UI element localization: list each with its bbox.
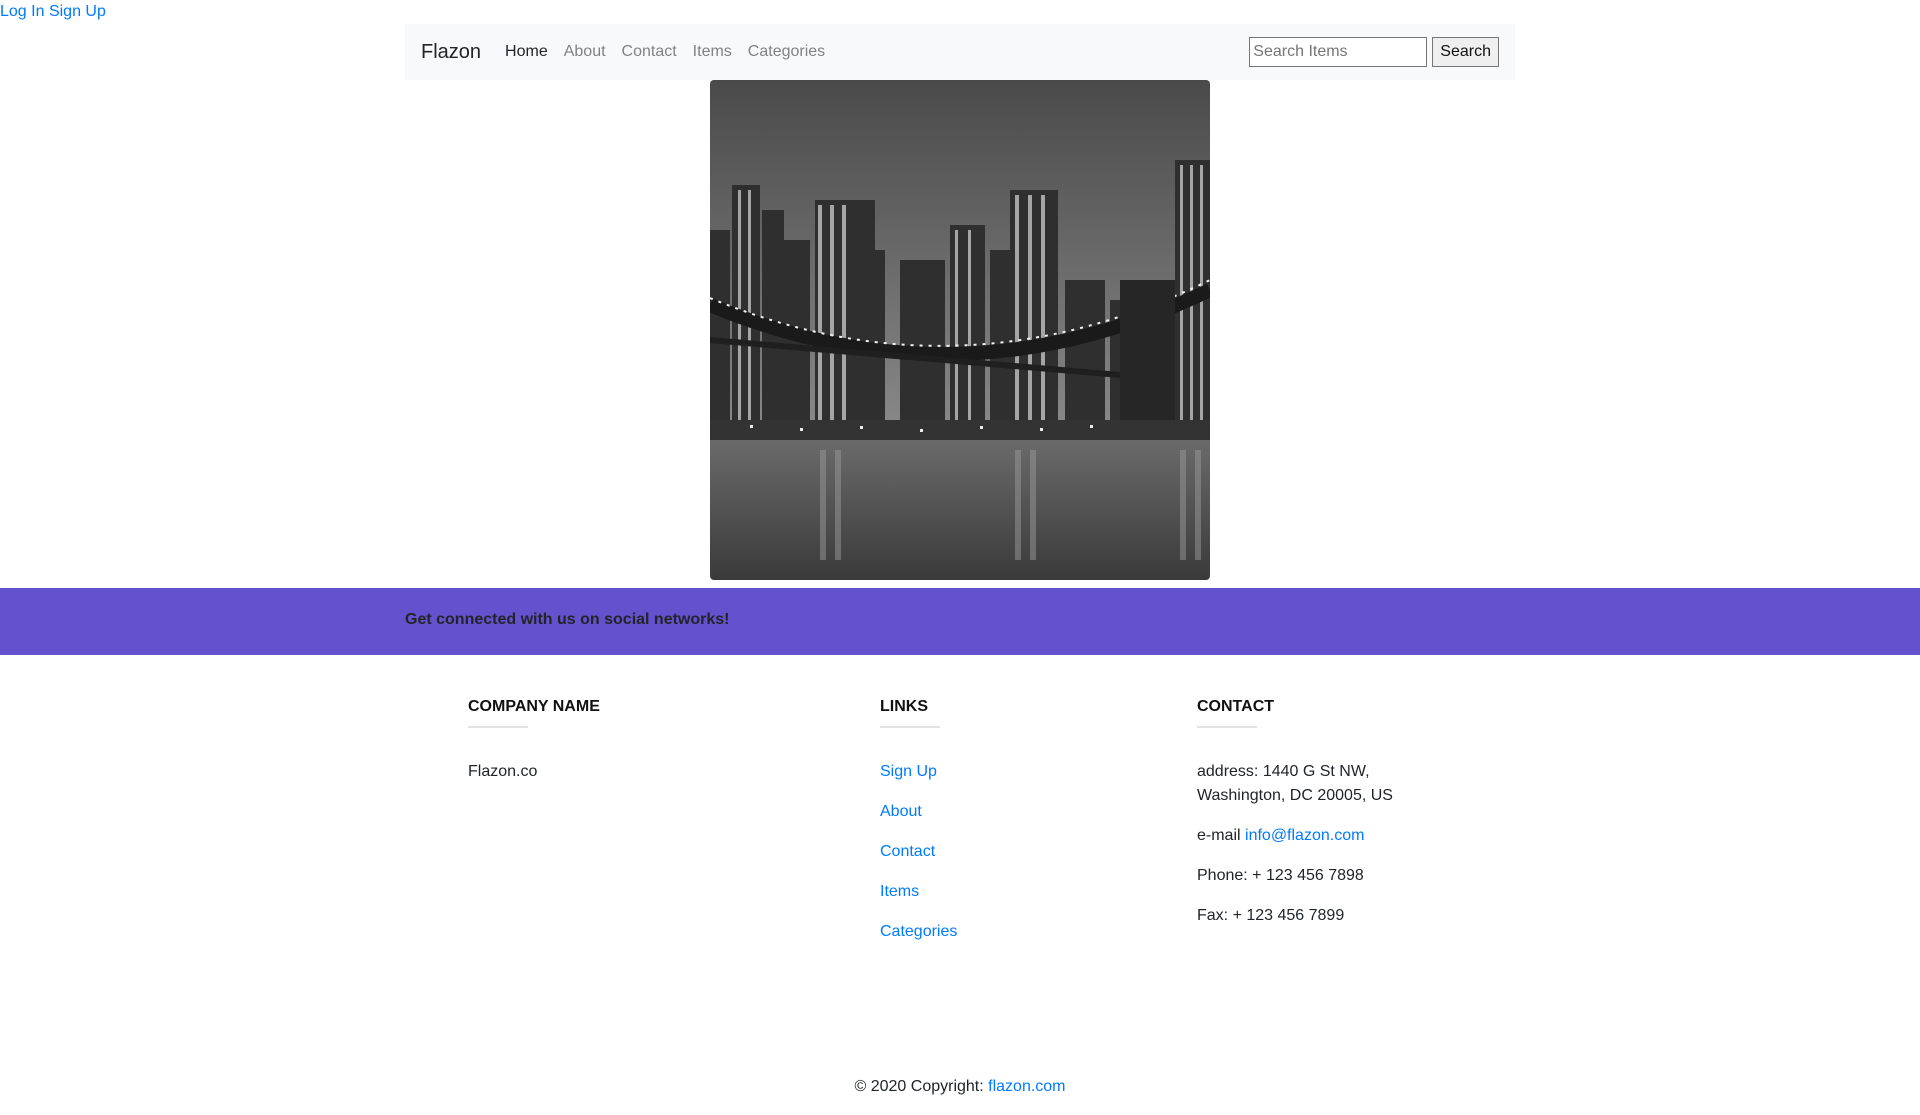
brand-logo[interactable]: Flazon [421,41,481,64]
search-button[interactable]: Search [1432,37,1499,67]
copyright: © 2020 Copyright: flazon.com [0,1078,1920,1096]
address-line-1: address: 1440 G St NW, [1197,763,1370,780]
contact-fax: Fax: + 123 456 7899 [1197,907,1345,924]
contact-address: address: 1440 G St NW, Washington, DC 20… [1197,760,1393,808]
auth-links: Log In Sign Up [0,2,106,22]
contact-phone: Phone: + 123 456 7898 [1197,867,1364,884]
company-text: Flazon.co [468,763,538,780]
footer-link-items[interactable]: Items [880,883,919,900]
footer-link-signup[interactable]: Sign Up [880,763,937,780]
email-link[interactable]: info@flazon.com [1245,827,1364,844]
contact-title: CONTACT [1197,698,1275,715]
links-title-rule [880,726,940,728]
copyright-link[interactable]: flazon.com [988,1078,1065,1095]
company-title-rule [468,726,528,728]
search-input[interactable] [1249,37,1428,67]
social-band: Get connected with us on social networks… [0,588,1920,655]
footer-links-column: LINKS Sign Up About Contact Items Catego… [880,698,957,960]
footer-contact-column: CONTACT address: 1440 G St NW, Washingto… [1197,698,1393,944]
nav-home[interactable]: Home [505,43,548,61]
address-line-2: Washington, DC 20005, US [1197,787,1393,804]
login-link[interactable]: Log In [0,3,44,20]
nav-about[interactable]: About [564,43,606,61]
links-title: LINKS [880,698,928,715]
copyright-text: © 2020 Copyright: [854,1078,984,1095]
nav-categories[interactable]: Categories [748,43,825,61]
nav-links: Home About Contact Items Categories [505,43,825,61]
search-form: Search [1249,37,1499,67]
contact-email: e-mail info@flazon.com [1197,824,1393,848]
social-text: Get connected with us on social networks… [405,611,730,628]
nav-contact[interactable]: Contact [622,43,677,61]
navbar: Flazon Home About Contact Items Categori… [405,24,1515,80]
footer-link-categories[interactable]: Categories [880,923,957,940]
footer-company-column: COMPANY NAME Flazon.co [468,698,600,800]
city-skyline-image [710,80,1210,580]
company-title: COMPANY NAME [468,698,600,715]
nav-items[interactable]: Items [693,43,732,61]
contact-title-rule [1197,726,1257,728]
email-label: e-mail [1197,827,1241,844]
hero-image [710,80,1210,580]
signup-link[interactable]: Sign Up [49,3,106,20]
footer-link-contact[interactable]: Contact [880,843,935,860]
footer-link-about[interactable]: About [880,803,922,820]
